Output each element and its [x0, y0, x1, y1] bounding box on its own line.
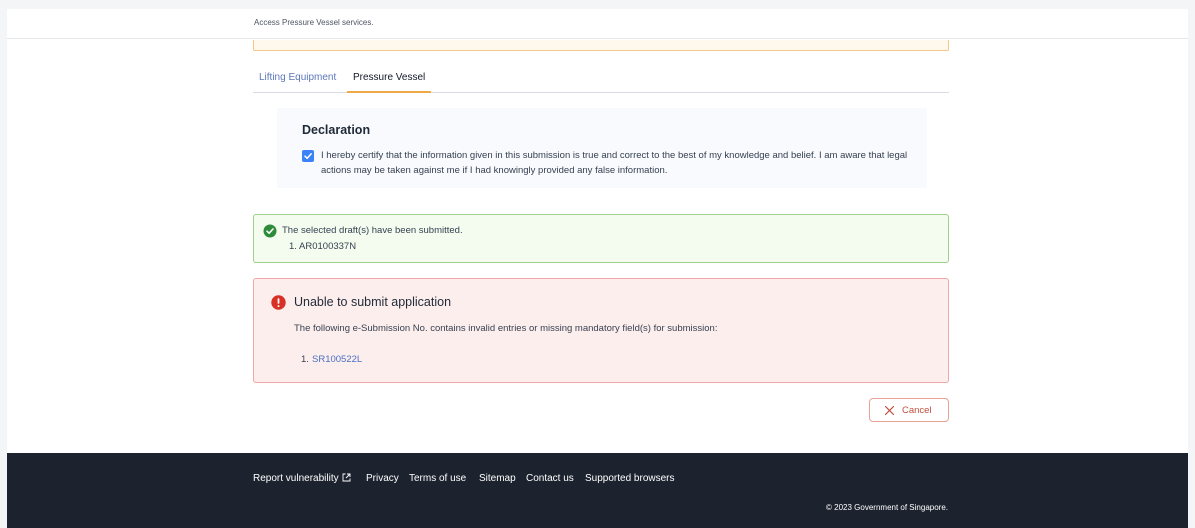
- declaration-checkbox[interactable]: [302, 150, 314, 162]
- cancel-button-label: Cancel: [902, 405, 932, 416]
- footer-link-label: Report vulnerability: [253, 473, 339, 484]
- service-description: Access Pressure Vessel services.: [254, 18, 374, 27]
- footer-link-privacy[interactable]: Privacy: [366, 473, 399, 484]
- declaration-panel: Declaration I hereby certify that the in…: [277, 108, 927, 188]
- warning-banner-bottom: [253, 40, 949, 51]
- footer: Report vulnerability Privacy Terms of us…: [7, 453, 1188, 528]
- footer-link-contact[interactable]: Contact us: [526, 473, 574, 484]
- tab-lifting-equipment[interactable]: Lifting Equipment: [253, 72, 342, 93]
- error-title: Unable to submit application: [294, 295, 452, 309]
- footer-link-report-vulnerability[interactable]: Report vulnerability: [253, 473, 351, 484]
- error-exclamation-icon: [271, 295, 286, 310]
- copyright: © 2023 Government of Singapore.: [826, 503, 948, 512]
- page: Access Pressure Vessel services. Lifting…: [7, 9, 1188, 528]
- declaration-title: Declaration: [302, 123, 371, 137]
- error-alert: Unable to submit application The followi…: [253, 278, 949, 383]
- success-alert: The selected draft(s) have been submitte…: [253, 214, 949, 263]
- error-message: The following e-Submission No. contains …: [294, 323, 718, 334]
- footer-link-supported-browsers[interactable]: Supported browsers: [585, 473, 675, 484]
- success-message: The selected draft(s) have been submitte…: [282, 225, 463, 236]
- close-icon: [884, 405, 895, 416]
- external-link-icon: [342, 473, 351, 482]
- top-bar: Access Pressure Vessel services.: [7, 9, 1188, 39]
- footer-link-sitemap[interactable]: Sitemap: [479, 473, 516, 484]
- cancel-button[interactable]: Cancel: [869, 398, 949, 422]
- success-check-icon: [263, 224, 277, 238]
- declaration-text: I hereby certify that the information gi…: [321, 150, 908, 176]
- submitted-item: 1. AR0100337N: [289, 241, 357, 252]
- error-submission-link[interactable]: SR100522L: [312, 354, 362, 365]
- check-icon: [304, 153, 312, 160]
- footer-link-terms[interactable]: Terms of use: [409, 473, 466, 484]
- tab-pressure-vessel[interactable]: Pressure Vessel: [347, 72, 432, 93]
- error-item-number: 1.: [301, 354, 309, 365]
- service-tabs: Lifting Equipment Pressure Vessel: [253, 69, 949, 93]
